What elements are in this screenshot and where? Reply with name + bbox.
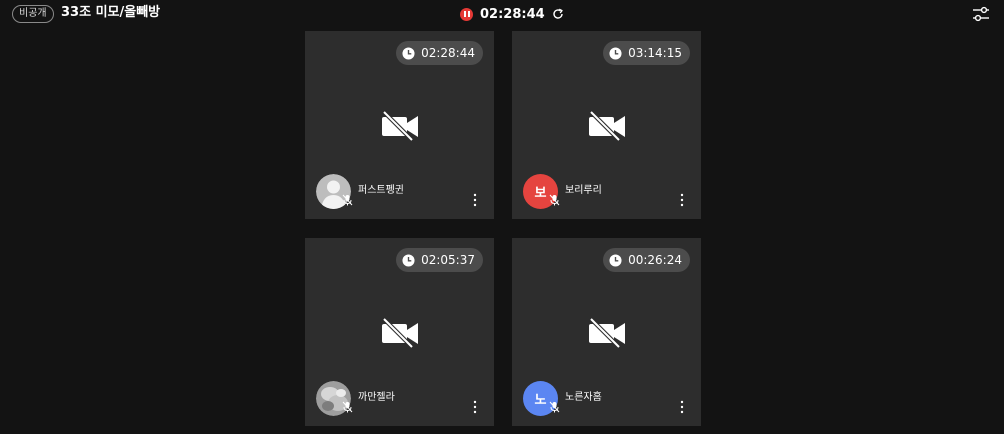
clock-icon xyxy=(609,46,622,60)
study-room-screen: 비공개 33조 미모/올빼방 02:28:44 02:28:44 퍼스트펭귄 0… xyxy=(0,0,1004,434)
refresh-icon[interactable] xyxy=(552,8,564,20)
timer-text: 02:05:37 xyxy=(421,253,475,267)
mic-off-icon xyxy=(549,401,560,413)
room-title: 33조 미모/올빼방 xyxy=(61,5,161,20)
participant-tile: 02:05:37 까만젤라 xyxy=(305,238,494,426)
more-vertical-icon[interactable] xyxy=(470,400,480,414)
video-off-icon xyxy=(589,111,625,141)
mic-off-icon xyxy=(549,194,560,206)
more-vertical-icon[interactable] xyxy=(677,400,687,414)
clock-icon xyxy=(402,46,415,60)
avatar-initial: 노 xyxy=(534,393,547,408)
participant-tile: 03:14:15 보 보리루리 xyxy=(512,31,701,219)
study-timer: 02:28:44 xyxy=(396,41,483,65)
participant-tile: 00:26:24 노 노른자홈 xyxy=(512,238,701,426)
study-timer: 02:05:37 xyxy=(396,248,483,272)
avatar-initial: 보 xyxy=(534,186,547,201)
timer-text: 00:26:24 xyxy=(628,253,682,267)
participant-name: 보리루리 xyxy=(565,185,602,196)
timer-text: 03:14:15 xyxy=(628,46,682,60)
pause-circle-icon[interactable] xyxy=(460,7,473,21)
mic-off-icon xyxy=(342,401,353,413)
study-timer: 00:26:24 xyxy=(603,248,690,272)
recording-timer: 02:28:44 xyxy=(480,6,545,22)
recording-status: 02:28:44 xyxy=(460,5,564,23)
clock-icon xyxy=(609,253,622,267)
sliders-icon[interactable] xyxy=(972,6,990,22)
more-vertical-icon[interactable] xyxy=(677,193,687,207)
video-off-icon xyxy=(382,111,418,141)
more-vertical-icon[interactable] xyxy=(470,193,480,207)
clock-icon xyxy=(402,253,415,267)
privacy-badge: 비공개 xyxy=(12,5,54,23)
participant-name: 퍼스트펭귄 xyxy=(358,185,404,196)
timer-text: 02:28:44 xyxy=(421,46,475,60)
video-off-icon xyxy=(589,318,625,348)
mic-off-icon xyxy=(342,194,353,206)
participant-name: 노른자홈 xyxy=(565,392,602,403)
participant-name: 까만젤라 xyxy=(358,392,395,403)
video-off-icon xyxy=(382,318,418,348)
study-timer: 03:14:15 xyxy=(603,41,690,65)
participant-tile: 02:28:44 퍼스트펭귄 xyxy=(305,31,494,219)
